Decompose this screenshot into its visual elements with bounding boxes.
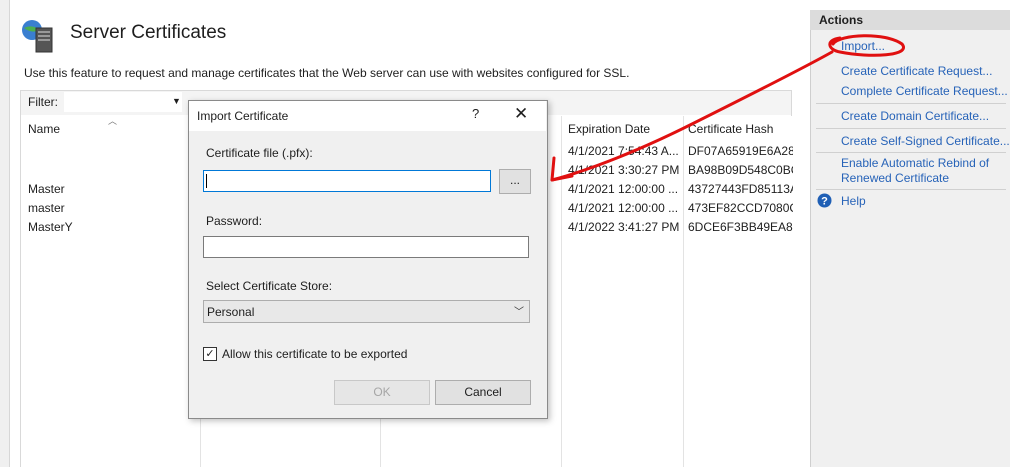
allow-export-label[interactable]: Allow this certificate to be exported (222, 347, 407, 361)
filter-input[interactable] (64, 92, 182, 112)
certificate-file-label: Certificate file (.pfx): (206, 146, 313, 160)
row-expiration[interactable]: 4/1/2022 3:41:27 PM (568, 220, 679, 234)
left-strip (0, 0, 10, 467)
password-label: Password: (206, 214, 263, 228)
row-name[interactable]: master (28, 201, 65, 215)
certificate-file-input[interactable] (203, 170, 491, 192)
row-hash[interactable]: 6DCE6F3BB49EA839 (688, 220, 793, 234)
dialog-title: Import Certificate (197, 109, 289, 123)
ok-button[interactable]: OK (334, 380, 430, 405)
page-title: Server Certificates (70, 22, 227, 43)
dialog-close-button[interactable]: ✕ (514, 104, 528, 124)
row-hash[interactable]: 473EF82CCD7080CE (688, 201, 793, 215)
browse-button[interactable]: ... (499, 169, 531, 194)
certificate-store-value: Personal (207, 305, 255, 319)
certificate-store-label: Select Certificate Store: (206, 279, 333, 293)
row-expiration[interactable]: 4/1/2021 12:00:00 ... (568, 201, 678, 215)
password-input[interactable] (203, 236, 529, 258)
chevron-down-icon[interactable]: ﹀ (514, 303, 524, 318)
server-certificates-icon (22, 20, 53, 53)
row-name[interactable]: MasterY (28, 220, 73, 234)
cancel-button[interactable]: Cancel (435, 380, 531, 405)
dialog-help-button[interactable]: ? (472, 106, 479, 121)
page-description: Use this feature to request and manage c… (24, 66, 630, 80)
column-header-name[interactable]: Name (28, 122, 60, 136)
row-name[interactable]: Master (28, 182, 65, 196)
text-caret (206, 174, 207, 188)
red-annotation-arrow (550, 34, 906, 182)
allow-export-checkbox[interactable]: ✓ (203, 347, 217, 361)
filter-dropdown-icon[interactable]: ▼ (172, 96, 181, 106)
filter-label: Filter: (28, 95, 58, 109)
actions-title: Actions (819, 13, 864, 27)
sort-arrow-icon: ︿ (108, 116, 118, 126)
